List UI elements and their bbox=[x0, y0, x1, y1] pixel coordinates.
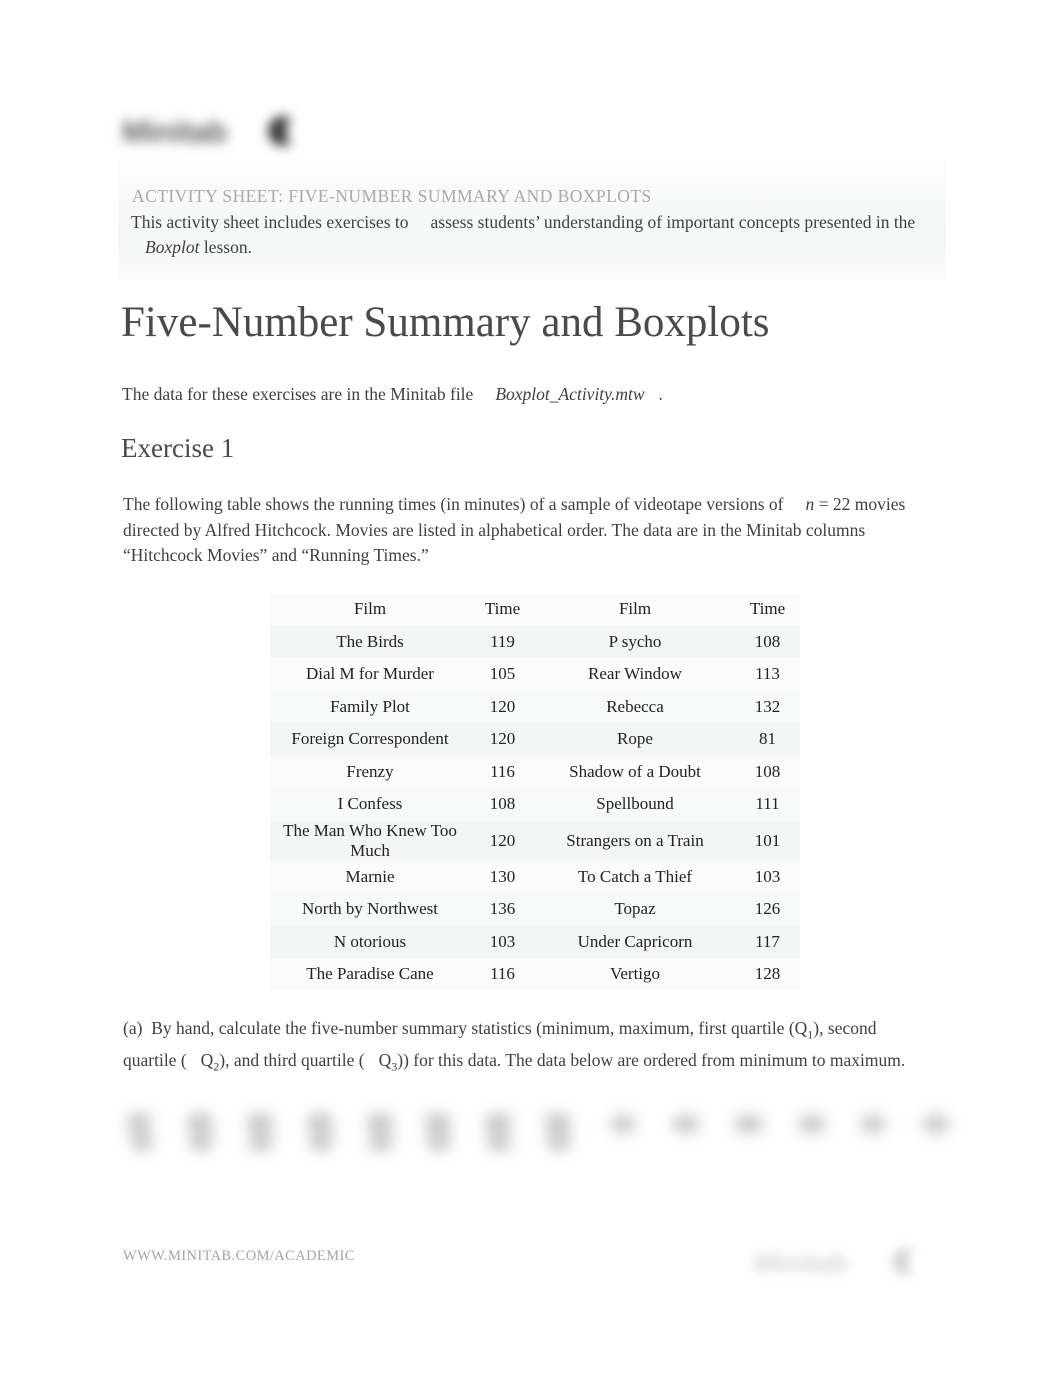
table-row: Family Plot 120 Rebecca 132 bbox=[270, 690, 800, 723]
intro-text-before: The data for these exercises are in the … bbox=[122, 384, 474, 404]
cell-time-right: 117 bbox=[735, 925, 800, 958]
intro-file-name: Boxplot_Activity.mtw bbox=[495, 384, 645, 404]
cell-time-right: 126 bbox=[735, 893, 800, 926]
cell-time-right: 113 bbox=[735, 658, 800, 691]
table-row: The Man Who Knew Too Much 120 Strangers … bbox=[270, 820, 800, 861]
exercise-paragraph-part-1: The following table shows the running ti… bbox=[123, 494, 784, 514]
minitab-circle-mark-icon bbox=[268, 116, 300, 146]
table-row: The Paradise Cane 116 Vertigo 128 bbox=[270, 958, 800, 991]
footer-minitab-circle-mark-icon bbox=[892, 1248, 921, 1275]
cell-film-right: Strangers on a Train bbox=[535, 820, 735, 861]
page-title: Five-Number Summary and Boxplots bbox=[121, 299, 770, 346]
cell-film-right: To Catch a Thief bbox=[535, 860, 735, 893]
cell-film-right: Vertigo bbox=[535, 958, 735, 991]
minitab-logo: Minitab bbox=[120, 104, 320, 162]
cell-film-left: Family Plot bbox=[270, 690, 470, 723]
cell-time-left: 120 bbox=[470, 820, 535, 861]
part-a-text-1: By hand, calculate the five-number summa… bbox=[151, 1018, 808, 1038]
cell-film-left: The Paradise Cane bbox=[270, 958, 470, 991]
cell-time-left: 105 bbox=[470, 658, 535, 691]
part-a-label: (a) bbox=[123, 1018, 143, 1038]
cell-time-left: 108 bbox=[470, 788, 535, 821]
cell-time-left: 116 bbox=[470, 958, 535, 991]
cell-film-left: The Birds bbox=[270, 625, 470, 658]
column-header-time-left: Time bbox=[470, 593, 535, 626]
intro-line: The data for these exercises are in the … bbox=[122, 381, 922, 407]
cell-film-right: Topaz bbox=[535, 893, 735, 926]
table-header-row: Film Time Film Time bbox=[270, 593, 800, 626]
cell-film-right: Under Capricorn bbox=[535, 925, 735, 958]
column-header-film-right: Film bbox=[535, 593, 735, 626]
table-row: Frenzy 116 Shadow of a Doubt 108 bbox=[270, 755, 800, 788]
cell-time-left: 120 bbox=[470, 723, 535, 756]
logo-blur-layer: Minitab bbox=[120, 104, 320, 162]
cell-film-right: Spellbound bbox=[535, 788, 735, 821]
subhead-part-3: lesson. bbox=[203, 237, 252, 257]
cell-time-left: 103 bbox=[470, 925, 535, 958]
cell-film-left: Foreign Correspondent bbox=[270, 723, 470, 756]
subhead-part-2: assess students’ understanding of import… bbox=[430, 212, 916, 232]
subhead-emphasis: Boxplot bbox=[145, 237, 200, 257]
part-a-q2: Q bbox=[200, 1050, 214, 1070]
cell-time-left: 116 bbox=[470, 755, 535, 788]
cell-film-right: Rebecca bbox=[535, 690, 735, 723]
part-a-text-3: ), and third quartile ( bbox=[219, 1050, 365, 1070]
part-a-q3: Q bbox=[378, 1050, 392, 1070]
footer-logo-wordmark: Minitab bbox=[754, 1248, 849, 1278]
cell-time-left: 119 bbox=[470, 625, 535, 658]
cell-film-right: Rear Window bbox=[535, 658, 735, 691]
footer-minitab-logo: Minitab bbox=[752, 1238, 942, 1290]
table-body: The Birds 119 P sycho 108 Dial M for Mur… bbox=[270, 625, 800, 991]
table-row: North by Northwest 136 Topaz 126 bbox=[270, 893, 800, 926]
exercise-paragraph: The following table shows the running ti… bbox=[123, 492, 935, 569]
cell-time-right: 108 bbox=[735, 625, 800, 658]
cell-time-right: 108 bbox=[735, 755, 800, 788]
cell-film-left: Marnie bbox=[270, 860, 470, 893]
logo-wordmark: Minitab bbox=[122, 114, 228, 149]
table-row: Foreign Correspondent 120 Rope 81 bbox=[270, 723, 800, 756]
cell-time-right: 128 bbox=[735, 958, 800, 991]
cell-time-right: 81 bbox=[735, 723, 800, 756]
cell-film-right: P sycho bbox=[535, 625, 735, 658]
redacted-ordered-values bbox=[126, 1104, 948, 1166]
part-a-text-4: )) for this data. The data below are ord… bbox=[397, 1050, 906, 1070]
cell-film-right: Rope bbox=[535, 723, 735, 756]
table-row: Dial M for Murder 105 Rear Window 113 bbox=[270, 658, 800, 691]
column-header-time-right: Time bbox=[735, 593, 800, 626]
cell-time-right: 103 bbox=[735, 860, 800, 893]
hitchcock-movies-table: Film Time Film Time The Birds 119 P sych… bbox=[270, 593, 800, 991]
document-page: Minitab ACTIVITY SHEET: FIVE-NUMBER SUMM… bbox=[0, 0, 1062, 1377]
cell-time-left: 130 bbox=[470, 860, 535, 893]
cell-film-left: Dial M for Murder bbox=[270, 658, 470, 691]
cell-time-left: 120 bbox=[470, 690, 535, 723]
table-row: The Birds 119 P sycho 108 bbox=[270, 625, 800, 658]
cell-time-right: 132 bbox=[735, 690, 800, 723]
column-header-film-left: Film bbox=[270, 593, 470, 626]
table-row: I Confess 108 Spellbound 111 bbox=[270, 788, 800, 821]
cell-time-left: 136 bbox=[470, 893, 535, 926]
activity-sheet-kicker: ACTIVITY SHEET: FIVE-NUMBER SUMMARY AND … bbox=[132, 186, 652, 206]
table-row: N otorious 103 Under Capricorn 117 bbox=[270, 925, 800, 958]
cell-time-right: 101 bbox=[735, 820, 800, 861]
cell-film-left: I Confess bbox=[270, 788, 470, 821]
intro-text-after: . bbox=[658, 384, 663, 404]
cell-film-left: Frenzy bbox=[270, 755, 470, 788]
cell-time-right: 111 bbox=[735, 788, 800, 821]
exercise-heading: Exercise 1 bbox=[121, 433, 235, 463]
table-row: Marnie 130 To Catch a Thief 103 bbox=[270, 860, 800, 893]
cell-film-left: North by Northwest bbox=[270, 893, 470, 926]
exercise-part-a: (a) By hand, calculate the five-number s… bbox=[123, 1016, 923, 1080]
footer-url[interactable]: WWW.MINITAB.COM/ACADEMIC bbox=[123, 1248, 355, 1265]
exercise-paragraph-n: n bbox=[805, 494, 815, 514]
cell-film-left: N otorious bbox=[270, 925, 470, 958]
cell-film-left: The Man Who Knew Too Much bbox=[270, 820, 470, 861]
activity-sheet-description: This activity sheet includes exercises t… bbox=[131, 210, 921, 260]
subhead-part-1: This activity sheet includes exercises t… bbox=[131, 212, 409, 232]
cell-film-right: Shadow of a Doubt bbox=[535, 755, 735, 788]
